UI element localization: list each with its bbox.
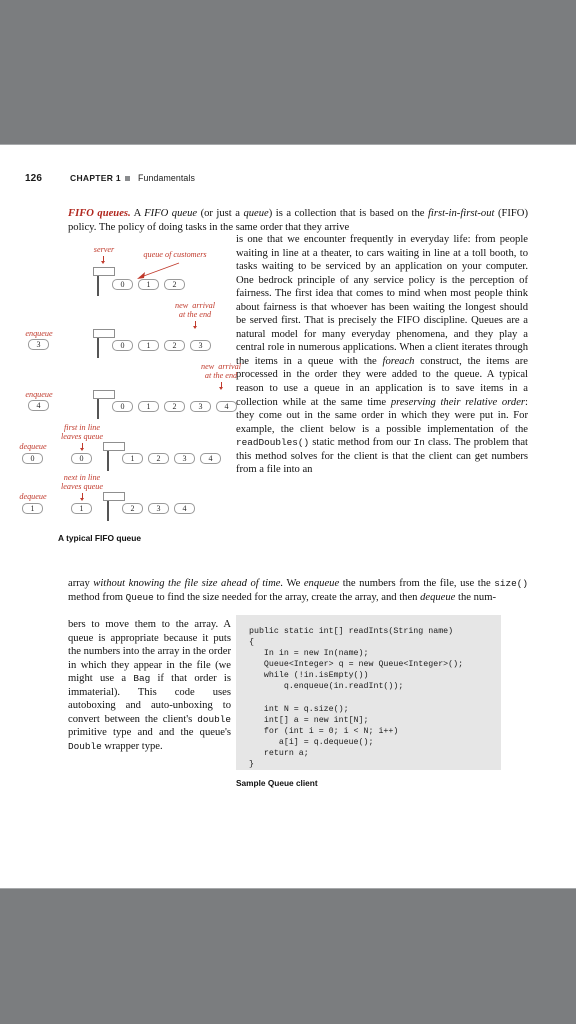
server-box-3 xyxy=(93,390,115,399)
queue-cell: 4 xyxy=(174,503,195,514)
server-box-2 xyxy=(93,329,115,338)
viewer-bottom-chrome xyxy=(0,888,576,1024)
paragraph-right-column: is one that we encounter frequently in e… xyxy=(236,234,528,476)
code-listing-caption: Sample Queue client xyxy=(236,778,318,788)
enqueue-value-2: 4 xyxy=(28,400,49,411)
queue-cell: 3 xyxy=(174,453,195,464)
queue-cell: 1 xyxy=(138,401,159,412)
label-server: server xyxy=(93,245,115,254)
server-box-4 xyxy=(103,442,125,451)
queue-cell: 2 xyxy=(164,279,185,290)
removed-item-2: 1 xyxy=(71,503,92,514)
queue-cell: 2 xyxy=(148,453,169,464)
label-first-in-line: first in line leaves queue xyxy=(60,423,104,442)
fifo-queue-figure: server queue of customers 0 1 2 new arri… xyxy=(0,245,241,565)
queue-cell: 0 xyxy=(112,340,133,351)
paragraph-full-width: array without knowing the file size ahea… xyxy=(68,578,528,603)
arrow-new-arrival-2-head xyxy=(218,387,223,390)
paragraph-intro-text: A FIFO queue (or just a queue) is a coll… xyxy=(68,208,528,233)
label-enqueue-1: enqueue xyxy=(25,329,53,338)
code-listing: public static int[] readInts(String name… xyxy=(236,615,501,770)
queue-cell: 3 xyxy=(190,401,211,412)
book-page: 126 CHAPTER 1 Fundamentals FIFO queues. … xyxy=(0,145,576,888)
server-stem-5 xyxy=(107,501,109,521)
figure-caption: A typical FIFO queue xyxy=(58,533,141,543)
paragraph-intro: FIFO queues. A FIFO queue (or just a que… xyxy=(68,207,528,234)
label-new-arrival-1: new arrival at the end xyxy=(174,301,216,320)
queue-cell: 3 xyxy=(148,503,169,514)
arrow-next-in-line-head xyxy=(79,498,84,501)
label-enqueue-2: enqueue xyxy=(25,390,53,399)
queue-cell: 4 xyxy=(216,401,237,412)
server-box-5 xyxy=(103,492,125,501)
arrow-first-in-line-head xyxy=(79,448,84,451)
server-stem-3 xyxy=(97,399,99,419)
queue-cell: 0 xyxy=(112,279,133,290)
removed-item-1: 0 xyxy=(71,453,92,464)
server-box-1 xyxy=(93,267,115,276)
arrow-queue-of-customers xyxy=(137,262,180,279)
label-dequeue-2: dequeue xyxy=(19,492,47,501)
queue-cell: 4 xyxy=(200,453,221,464)
queue-cell: 2 xyxy=(164,340,185,351)
label-next-in-line: next in line leaves queue xyxy=(60,473,104,492)
queue-cell: 1 xyxy=(122,453,143,464)
arrow-new-arrival-1-head xyxy=(192,326,197,329)
dequeue-value-1: 0 xyxy=(22,453,43,464)
queue-cell: 3 xyxy=(190,340,211,351)
label-new-arrival-2: new arrival at the end xyxy=(200,362,242,381)
queue-cell: 2 xyxy=(164,401,185,412)
paragraph-left-column: bers to move them to the array. A queue … xyxy=(68,619,231,752)
viewer-top-chrome xyxy=(0,0,576,145)
label-dequeue-1: dequeue xyxy=(19,442,47,451)
label-queue-of-customers: queue of customers xyxy=(143,250,207,259)
queue-cell: 0 xyxy=(112,401,133,412)
section-lead-in: FIFO queues. xyxy=(68,208,131,219)
queue-cell: 2 xyxy=(122,503,143,514)
section-label: Fundamentals xyxy=(138,173,195,183)
queue-cell: 1 xyxy=(138,279,159,290)
page-number: 126 xyxy=(25,173,42,184)
server-stem-1 xyxy=(97,276,99,296)
code-text: public static int[] readInts(String name… xyxy=(249,627,464,770)
square-bullet-icon xyxy=(125,176,130,181)
dequeue-value-2: 1 xyxy=(22,503,43,514)
queue-cell: 1 xyxy=(138,340,159,351)
chapter-label: CHAPTER 1 xyxy=(70,173,121,183)
arrow-server-head xyxy=(100,261,105,264)
server-stem-2 xyxy=(97,338,99,358)
enqueue-value-1: 3 xyxy=(28,339,49,350)
server-stem-4 xyxy=(107,451,109,471)
screenshot-viewport: 126 CHAPTER 1 Fundamentals FIFO queues. … xyxy=(0,0,576,1024)
